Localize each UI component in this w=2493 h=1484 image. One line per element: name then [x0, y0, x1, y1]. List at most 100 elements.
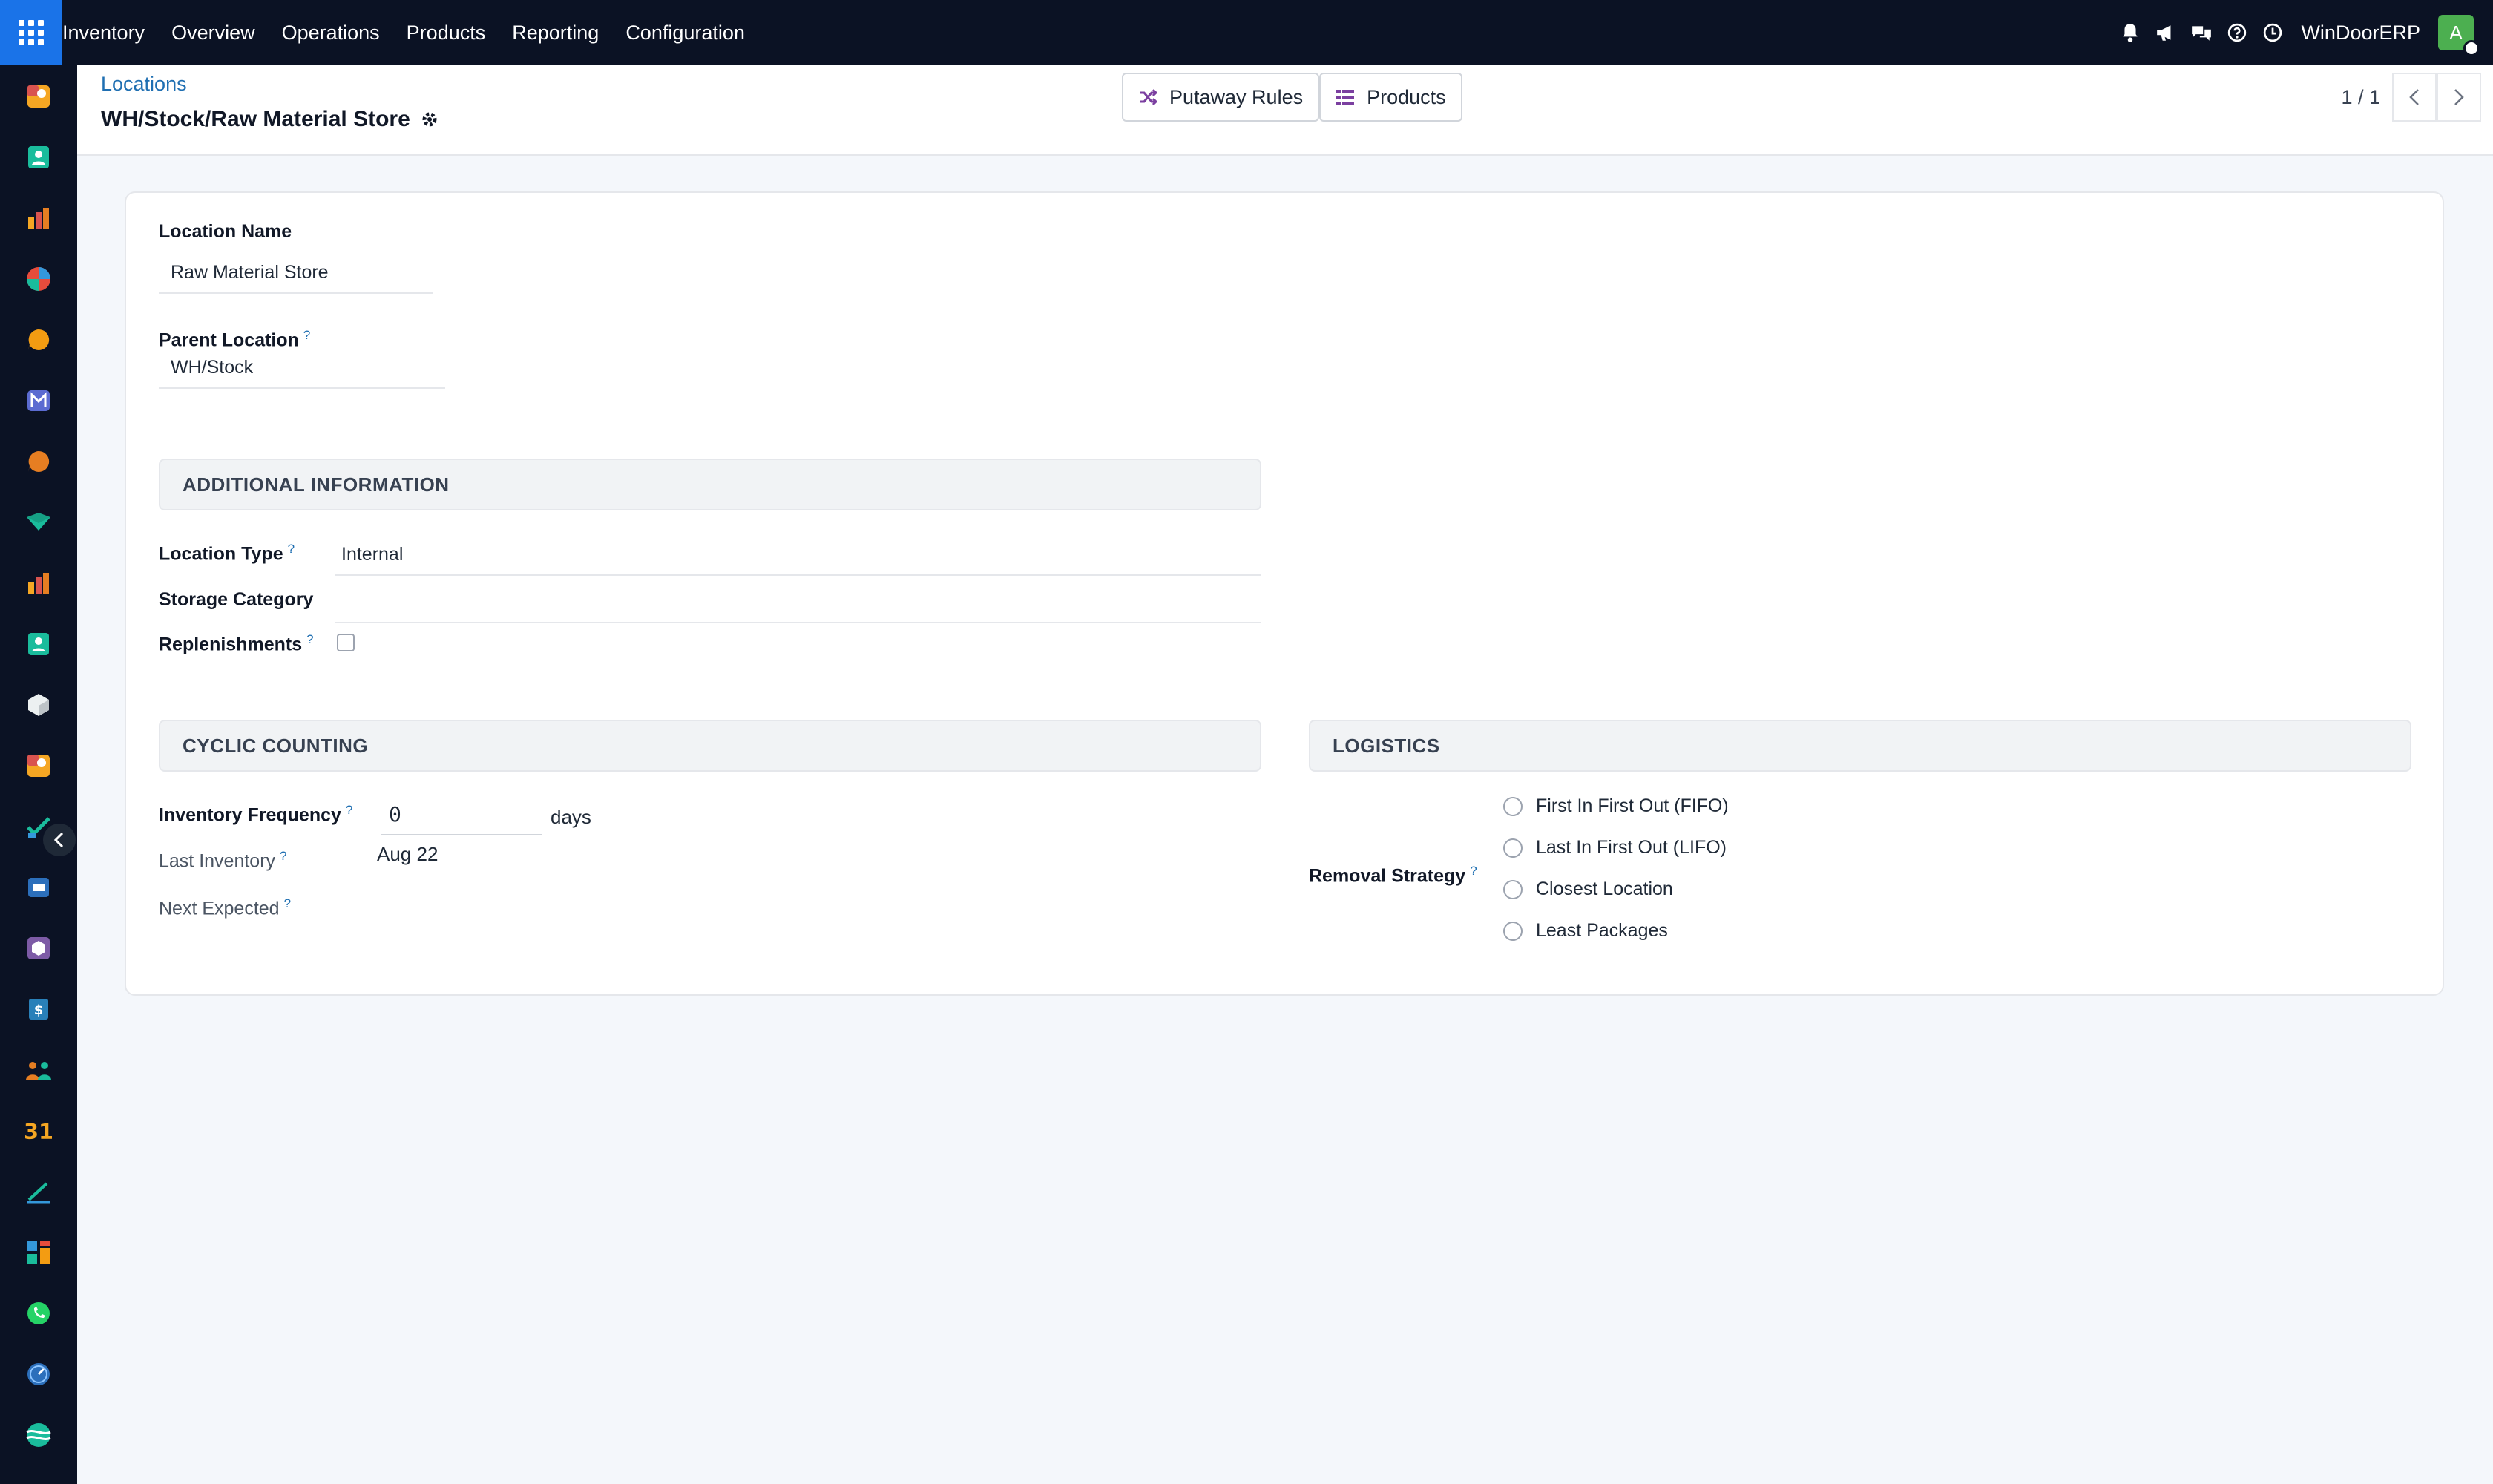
- replenishments-checkbox[interactable]: [337, 634, 355, 651]
- location-type-select[interactable]: Internal: [335, 534, 1261, 576]
- location-name-label: Location Name: [159, 221, 292, 242]
- contacts-icon[interactable]: [25, 144, 52, 171]
- chat-icon[interactable]: [2184, 0, 2219, 65]
- inventory-frequency-input[interactable]: 0: [381, 794, 542, 835]
- shuffle-icon: [1138, 88, 1157, 106]
- chevron-left-icon: [2409, 89, 2419, 105]
- reporting-icon[interactable]: [25, 570, 52, 597]
- products-label: Products: [1367, 85, 1446, 108]
- smart-buttons: Putaway Rules Products: [1122, 73, 1462, 122]
- location-name-field[interactable]: Raw Material Store: [159, 252, 433, 294]
- days-unit: days: [551, 806, 591, 828]
- products-icon[interactable]: [25, 935, 52, 962]
- mail-icon[interactable]: [25, 387, 52, 414]
- last-inventory-label: Last Inventory?: [159, 849, 287, 872]
- knowledge-icon[interactable]: [25, 874, 52, 901]
- next-expected-label: Next Expected?: [159, 896, 292, 919]
- livechat-icon[interactable]: [25, 326, 52, 353]
- top-navbar: Inventory Overview Operations Products R…: [0, 0, 2493, 65]
- marketing-icon[interactable]: [25, 509, 52, 536]
- discuss-icon[interactable]: [25, 266, 52, 292]
- menu-item-products[interactable]: Products: [393, 0, 499, 65]
- help-tooltip-icon[interactable]: ?: [284, 896, 291, 910]
- location-type-label: Location Type?: [159, 542, 295, 565]
- chevron-left-icon: [53, 832, 64, 848]
- radio-button[interactable]: [1503, 921, 1523, 941]
- invoicing-icon[interactable]: $: [25, 996, 52, 1022]
- help-tooltip-icon[interactable]: ?: [306, 632, 313, 646]
- apps-grid-icon[interactable]: [25, 1239, 52, 1266]
- menu-item-configuration[interactable]: Configuration: [612, 0, 758, 65]
- help-tooltip-icon[interactable]: ?: [280, 849, 286, 863]
- menu-item-overview[interactable]: Overview: [158, 0, 269, 65]
- helpdesk-icon[interactable]: [25, 448, 52, 475]
- studio-secondary-icon[interactable]: [25, 752, 52, 779]
- systray: WinDoorERP A: [2112, 0, 2493, 65]
- putaway-rules-label: Putaway Rules: [1169, 85, 1304, 108]
- pager: 1 / 1: [2341, 73, 2481, 122]
- gear-icon[interactable]: [421, 111, 439, 128]
- inventory-icon[interactable]: [25, 692, 52, 718]
- website-icon[interactable]: [25, 1422, 52, 1448]
- storage-category-field[interactable]: [335, 582, 1261, 623]
- record-title: WH/Stock/Raw Material Store: [101, 107, 439, 132]
- logistics-header: LOGISTICS: [1309, 720, 2411, 772]
- cyclic-counting-header: CYCLIC COUNTING: [159, 720, 1261, 772]
- additional-information-header: ADDITIONAL INFORMATION: [159, 459, 1261, 510]
- removal-option-lifo[interactable]: Last In First Out (LIFO): [1503, 837, 1727, 858]
- products-button[interactable]: Products: [1319, 73, 1462, 122]
- bell-icon[interactable]: [2112, 0, 2148, 65]
- last-inventory-value: Aug 22: [377, 843, 439, 865]
- list-icon: [1336, 88, 1355, 106]
- help-tooltip-icon[interactable]: ?: [1470, 864, 1477, 878]
- help-icon[interactable]: [2219, 0, 2255, 65]
- pager-previous-button[interactable]: [2392, 73, 2437, 122]
- parent-location-field[interactable]: WH/Stock: [159, 347, 445, 389]
- calendar-icon[interactable]: 31: [25, 1117, 52, 1144]
- clock-icon[interactable]: [2255, 0, 2290, 65]
- help-tooltip-icon[interactable]: ?: [346, 803, 352, 817]
- chevron-right-icon: [2454, 89, 2464, 105]
- pager-value[interactable]: 1 / 1: [2341, 86, 2380, 109]
- menu-item-operations[interactable]: Operations: [269, 0, 393, 65]
- storage-category-label: Storage Category: [159, 589, 314, 610]
- putaway-rules-button[interactable]: Putaway Rules: [1122, 73, 1320, 122]
- page-title: WH/Stock/Raw Material Store: [101, 107, 410, 131]
- app-switcher-button[interactable]: [0, 0, 62, 65]
- radio-button[interactable]: [1503, 879, 1523, 899]
- user-avatar[interactable]: A: [2438, 15, 2480, 56]
- timer-icon[interactable]: [25, 1361, 52, 1388]
- removal-strategy-label: Removal Strategy?: [1309, 864, 1477, 887]
- company-switcher[interactable]: WinDoorERP: [2301, 22, 2420, 45]
- team-icon[interactable]: [25, 1057, 52, 1083]
- svg-text:$: $: [34, 1002, 44, 1018]
- avatar-initial: A: [2449, 21, 2463, 44]
- employees-icon[interactable]: [25, 631, 52, 657]
- form-sheet: Location Name Raw Material Store Parent …: [125, 191, 2444, 996]
- help-tooltip-icon[interactable]: ?: [288, 542, 295, 556]
- studio-icon[interactable]: [25, 83, 52, 110]
- replenishments-label: Replenishments?: [159, 632, 314, 655]
- menu-item-inventory[interactable]: Inventory: [62, 0, 158, 65]
- removal-option-closest-location[interactable]: Closest Location: [1503, 879, 1673, 900]
- pager-next-button[interactable]: [2437, 73, 2481, 122]
- grid-icon: [19, 20, 44, 45]
- removal-option-least-packages[interactable]: Least Packages: [1503, 920, 1668, 942]
- sidebar-collapse-button[interactable]: [43, 824, 76, 856]
- control-panel: Locations WH/Stock/Raw Material Store Pu…: [77, 65, 2493, 156]
- main-menu: Inventory Overview Operations Products R…: [62, 0, 758, 65]
- dashboards-icon[interactable]: [25, 205, 52, 232]
- breadcrumb-locations[interactable]: Locations: [101, 73, 187, 96]
- svg-text:31: 31: [25, 1119, 52, 1143]
- status-dot: [2463, 40, 2480, 56]
- megaphone-icon[interactable]: [2148, 0, 2184, 65]
- apps-sidebar: $ 31: [0, 65, 77, 1484]
- radio-button[interactable]: [1503, 796, 1523, 816]
- removal-option-fifo[interactable]: First In First Out (FIFO): [1503, 795, 1729, 817]
- whatsapp-icon[interactable]: [25, 1300, 52, 1327]
- menu-item-reporting[interactable]: Reporting: [499, 0, 612, 65]
- radio-button[interactable]: [1503, 838, 1523, 858]
- sign-icon[interactable]: [25, 1178, 52, 1205]
- inventory-frequency-label: Inventory Frequency?: [159, 803, 353, 826]
- help-tooltip-icon[interactable]: ?: [303, 328, 310, 342]
